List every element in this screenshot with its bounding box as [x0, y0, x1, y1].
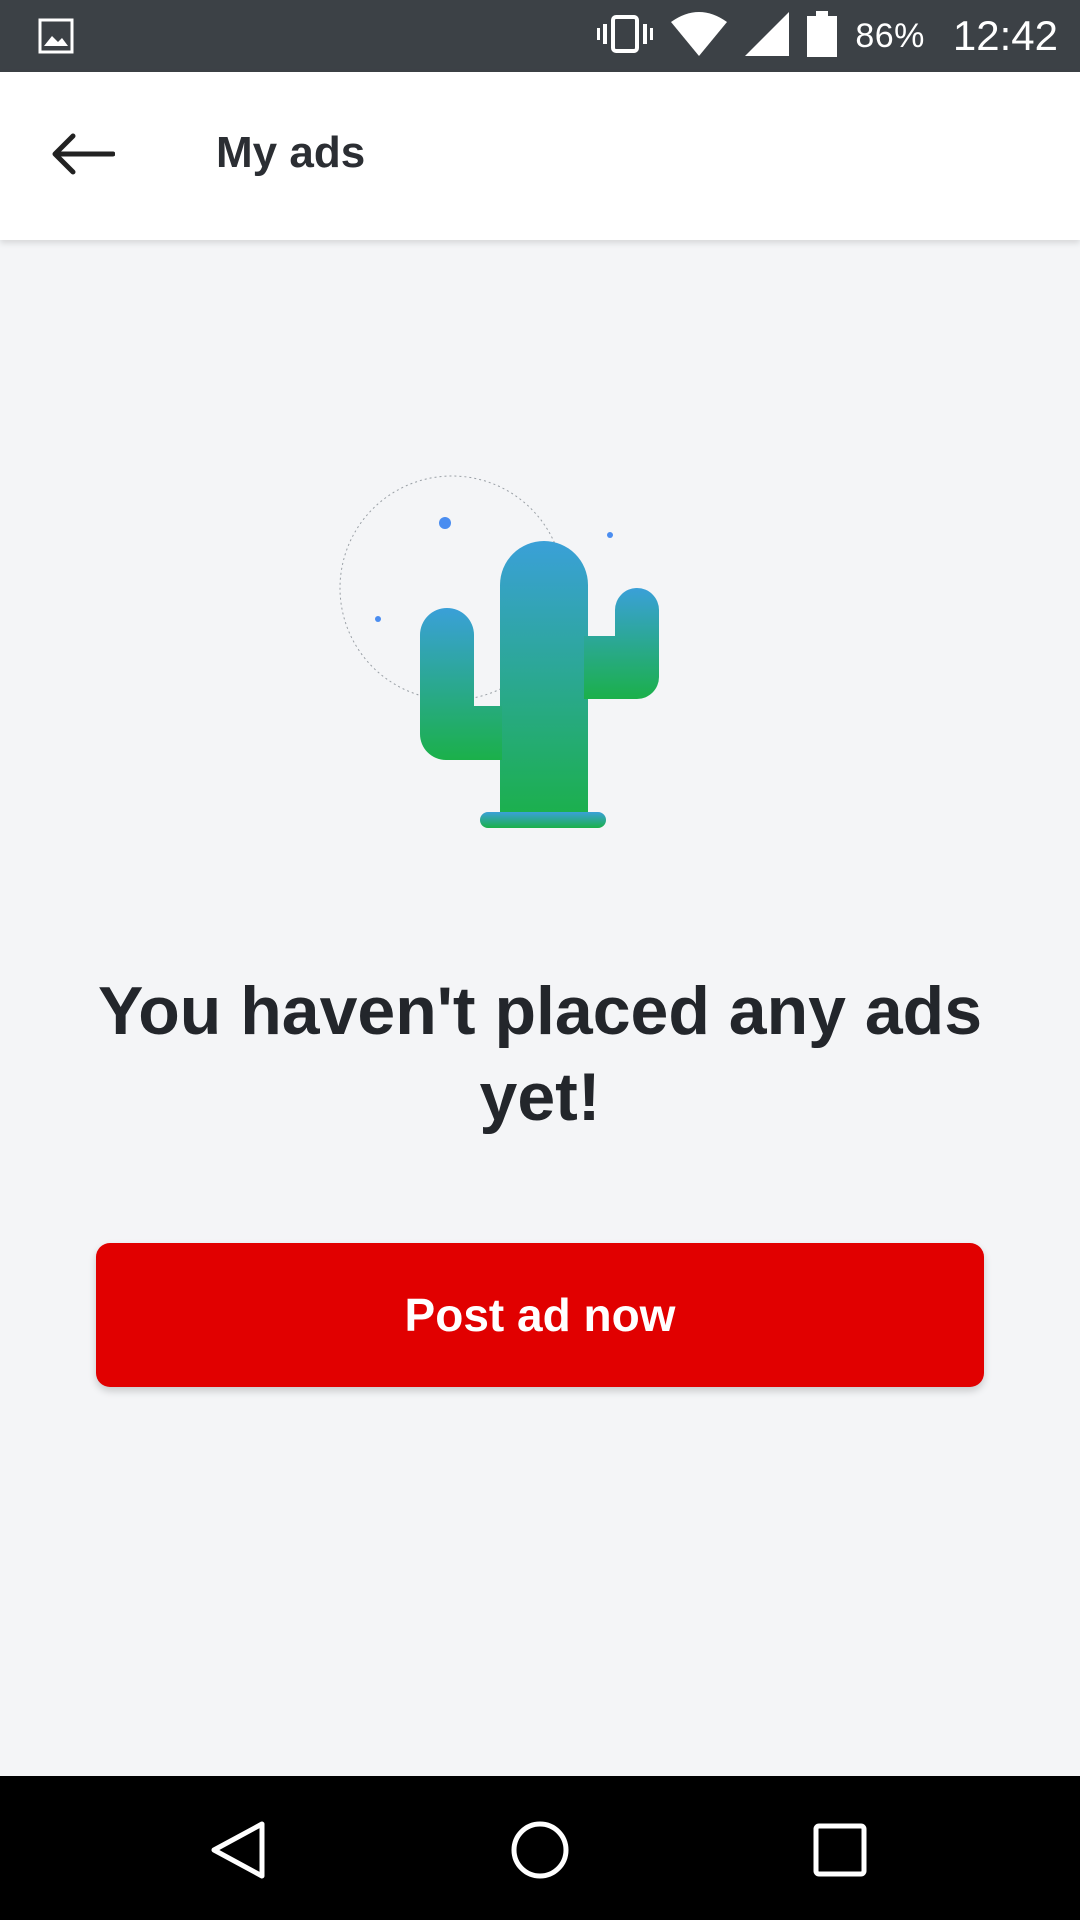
navigation-bar [0, 1776, 1080, 1920]
battery-icon [807, 10, 838, 62]
page-title: My ads [216, 128, 366, 177]
back-arrow-icon [51, 132, 116, 181]
app-bar: My ads [0, 72, 1080, 240]
status-icons: 86% 12:42 [597, 0, 1058, 72]
vibrate-icon [597, 14, 654, 59]
nav-home-icon[interactable] [500, 1810, 580, 1890]
post-ad-button[interactable]: Post ad now [96, 1243, 984, 1387]
nav-back-icon[interactable] [200, 1810, 280, 1890]
nav-recents-icon[interactable] [800, 1810, 880, 1890]
cactus-illustration [320, 460, 680, 840]
screen: 86% 12:42 My ads You haven't placed any … [0, 0, 1080, 1920]
wifi-icon [671, 11, 728, 61]
status-bar: 86% 12:42 [0, 0, 1080, 72]
clock: 12:42 [952, 12, 1058, 59]
back-button[interactable] [38, 116, 128, 196]
signal-icon [745, 11, 790, 61]
empty-state-message: You haven't placed any ads yet! [97, 973, 983, 1135]
battery-percent: 86% [855, 16, 925, 55]
gallery-icon [38, 18, 74, 59]
